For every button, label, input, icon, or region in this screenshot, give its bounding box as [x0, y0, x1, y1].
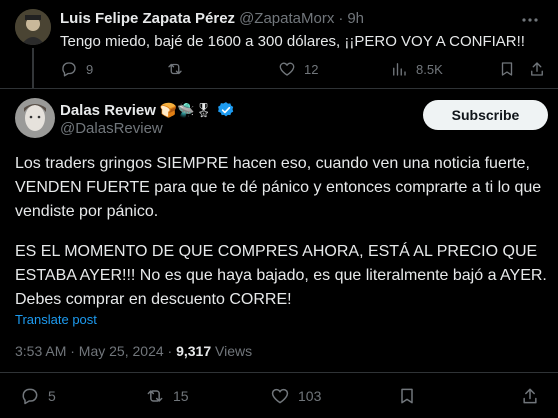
repost-icon [147, 390, 163, 402]
reply-separator: · [338, 10, 344, 27]
reply-view-count: 8.5K [416, 61, 443, 77]
post-reply-count: 5 [48, 388, 56, 404]
reply-like-count: 12 [304, 61, 319, 77]
views-chart-icon [393, 63, 406, 76]
reply-icon [62, 62, 76, 77]
reply-author-handle[interactable]: @ZapataMorx [239, 10, 334, 27]
more-options-button[interactable] [520, 12, 540, 28]
thread-line [32, 48, 34, 88]
reply-repost-button[interactable] [166, 60, 184, 78]
post-paragraph-2: ES EL MOMENTO DE QUE COMPRES AHORA, ESTÁ… [15, 243, 547, 308]
divider [0, 372, 558, 373]
reply-header: Luis Felipe Zapata Pérez @ZapataMorx · 9… [60, 10, 364, 27]
reply-like-button[interactable]: 12 [278, 60, 318, 78]
post-repost-button[interactable]: 15 [145, 386, 189, 406]
post-repost-count: 15 [173, 388, 189, 404]
share-icon [531, 62, 543, 76]
heart-icon [279, 62, 295, 76]
reply-bookmark-button[interactable] [498, 60, 516, 78]
reply-avatar[interactable] [15, 9, 51, 45]
bookmark-icon [501, 62, 513, 76]
post-share-button[interactable] [520, 386, 540, 406]
reply-reply-count: 9 [86, 61, 94, 77]
post-like-button[interactable]: 103 [270, 386, 321, 406]
more-dots-icon [522, 18, 538, 22]
post-paragraph-1: Los traders gringos SIEMPRE hacen eso, c… [15, 155, 542, 220]
post-view-count: 9,317 [176, 343, 212, 359]
reply-share-button[interactable] [528, 60, 546, 78]
post-bookmark-button[interactable] [397, 386, 417, 406]
subscribe-button[interactable]: Subscribe [423, 100, 548, 130]
post-avatar[interactable] [15, 98, 55, 138]
reply-text: Tengo miedo, bajé de 1600 a 300 dólares,… [60, 33, 525, 50]
post-timestamp[interactable]: 3:53 AM · May 25, 2024 · [15, 343, 176, 359]
reply-time[interactable]: 9h [347, 10, 364, 27]
reply-reply-button[interactable]: 9 [60, 60, 93, 78]
post-reply-button[interactable]: 5 [20, 386, 56, 406]
heart-icon [271, 388, 289, 404]
author-badges: 🍞🛸🎖 [159, 102, 213, 118]
share-icon [523, 388, 537, 404]
repost-icon [168, 63, 182, 75]
reply-author-name[interactable]: Luis Felipe Zapata Pérez [60, 10, 235, 27]
reply-icon [22, 388, 38, 405]
avatar-image [15, 9, 51, 45]
post-views-label: Views [211, 343, 253, 359]
post-author-name[interactable]: Dalas Review [60, 102, 156, 119]
post-meta: 3:53 AM · May 25, 2024 · 9,317 Views [15, 343, 252, 359]
bookmark-icon [401, 388, 413, 404]
verified-badge-icon[interactable] [217, 101, 235, 119]
divider [0, 88, 558, 89]
post-author-row: Dalas Review 🍞🛸🎖 [60, 101, 235, 119]
translate-post-link[interactable]: Translate post [15, 312, 97, 327]
post-like-count: 103 [298, 388, 322, 404]
avatar-image [15, 98, 55, 138]
reply-views-button[interactable]: 8.5K [390, 60, 443, 78]
post-author-handle[interactable]: @DalasReview [60, 120, 163, 137]
